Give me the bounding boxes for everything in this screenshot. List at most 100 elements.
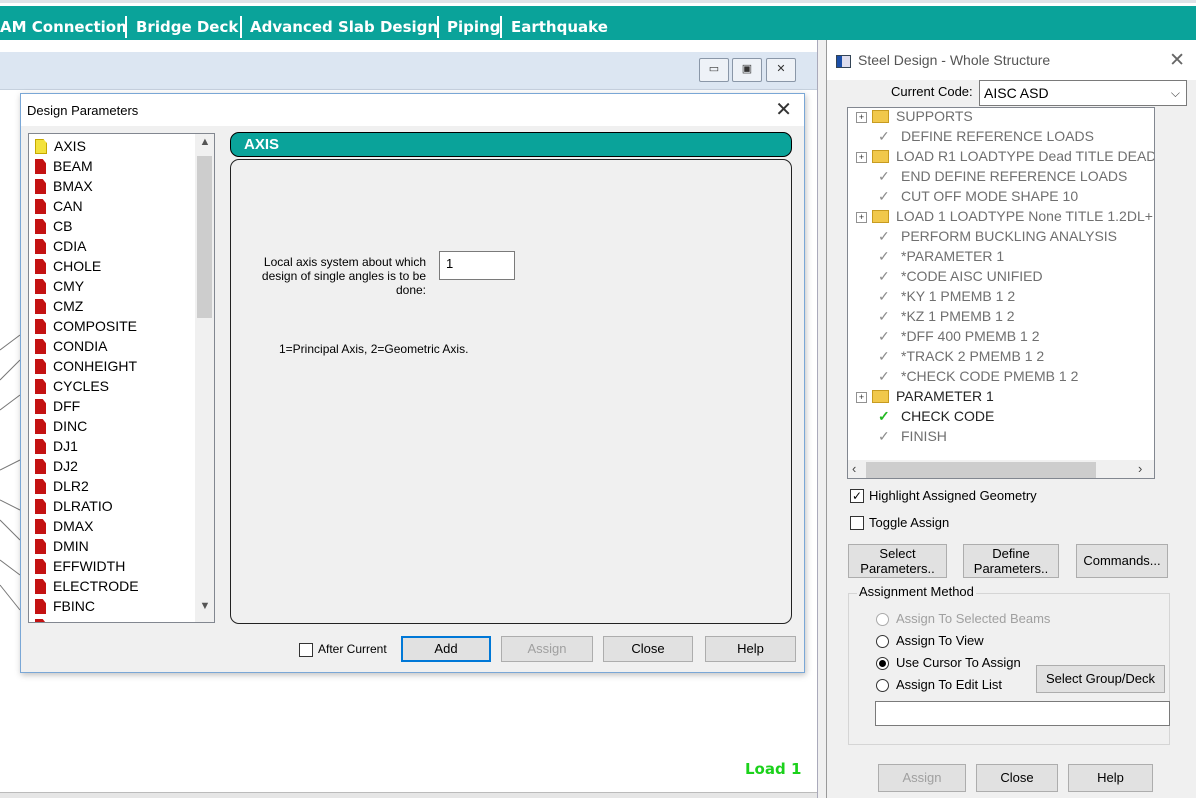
parameter-icon (35, 359, 46, 374)
tab-piping[interactable]: Piping (440, 13, 507, 41)
assign-to-view-radio[interactable] (876, 635, 889, 648)
list-item[interactable]: FBINC (35, 596, 95, 616)
tree-item[interactable]: ✓ *TRACK 2 PMEMB 1 2 (878, 346, 1044, 366)
tree-item[interactable]: ✓ *PARAMETER 1 (878, 246, 1004, 266)
define-parameters-button[interactable]: Define Parameters.. (963, 544, 1059, 578)
list-item[interactable]: CAN (35, 196, 83, 216)
select-parameters-button[interactable]: Select Parameters.. (848, 544, 947, 578)
list-item[interactable]: CHOLE (35, 256, 101, 276)
tree-item[interactable]: ✓ CHECK CODE (878, 406, 994, 426)
tree-item[interactable]: ✓ *CODE AISC UNIFIED (878, 266, 1043, 286)
list-item[interactable]: EFFWIDTH (35, 556, 125, 576)
list-item[interactable]: CMY (35, 276, 84, 296)
expand-icon[interactable]: + (856, 392, 867, 403)
tree-item[interactable]: ✓ END DEFINE REFERENCE LOADS (878, 166, 1127, 186)
list-item[interactable]: DJ2 (35, 456, 78, 476)
close-icon[interactable]: ✕ (766, 58, 796, 82)
list-item[interactable]: BMAX (35, 176, 93, 196)
list-item[interactable]: CMZ (35, 296, 83, 316)
tab-bridge-deck[interactable]: Bridge Deck (129, 13, 245, 41)
after-current-checkbox[interactable] (299, 643, 313, 657)
list-item[interactable]: CONHEIGHT (35, 356, 137, 376)
toggle-assign-checkbox[interactable] (850, 516, 864, 530)
current-code-select[interactable]: AISC ASD ⌵ (979, 80, 1187, 106)
scroll-left-icon[interactable]: ‹ (852, 461, 856, 476)
steel-design-panel: Steel Design - Whole Structure ✕ Current… (826, 40, 1196, 798)
section-header: AXIS (230, 132, 792, 157)
list-item-axis[interactable]: AXIS (35, 136, 86, 156)
tree-item[interactable]: ✓ *DFF 400 PMEMB 1 2 (878, 326, 1040, 346)
tree-item[interactable]: ✓ CUT OFF MODE SHAPE 10 (878, 186, 1078, 206)
close-button[interactable]: Close (603, 636, 693, 662)
scroll-right-icon[interactable]: › (1138, 461, 1142, 476)
highlight-assigned-checkbox[interactable]: ✓ (850, 489, 864, 503)
scroll-down-icon[interactable]: ▼ (195, 600, 214, 618)
tree-item[interactable]: + PARAMETER 1 (856, 386, 994, 406)
close-icon[interactable]: ✕ (1169, 49, 1185, 72)
add-button[interactable]: Add (401, 636, 491, 662)
assign-selected-beams-label: Assign To Selected Beams (896, 611, 1051, 626)
use-cursor-label: Use Cursor To Assign (896, 655, 1021, 670)
assign-button[interactable]: Assign (501, 636, 593, 662)
parameter-icon (35, 339, 46, 354)
parameter-detail-panel (230, 159, 792, 624)
axis-value-input[interactable]: 1 (439, 251, 515, 280)
expand-icon[interactable]: + (856, 112, 867, 123)
tab-am-connection[interactable]: AM Connection (0, 13, 134, 41)
panel-title: Steel Design - Whole Structure (858, 52, 1051, 68)
list-item[interactable]: ELECTRODE (35, 576, 139, 596)
parameter-icon (35, 299, 46, 314)
parameter-list[interactable]: AXIS BEAM BMAX CAN CB CDIA CHOLE CMY CMZ… (28, 133, 215, 623)
list-item[interactable]: DFF (35, 396, 80, 416)
list-item[interactable]: CDIA (35, 236, 86, 256)
tree-item[interactable]: ✓ DEFINE REFERENCE LOADS (878, 126, 1094, 146)
tree-item[interactable]: ✓ *CHECK CODE PMEMB 1 2 (878, 366, 1078, 386)
expand-icon[interactable]: + (856, 212, 867, 223)
expand-icon[interactable]: + (856, 152, 867, 163)
tree-item[interactable]: ✓ *KY 1 PMEMB 1 2 (878, 286, 1015, 306)
dialog-title-bar: Design Parameters ✕ (21, 94, 804, 126)
select-group-deck-button[interactable]: Select Group/Deck (1036, 665, 1165, 693)
tree-item[interactable]: + SUPPORTS (856, 108, 973, 126)
commands-button[interactable]: Commands... (1076, 544, 1168, 578)
list-item[interactable]: DMIN (35, 536, 89, 556)
list-item[interactable]: CYCLES (35, 376, 109, 396)
list-item[interactable]: DMAX (35, 516, 93, 536)
assign-edit-list-radio[interactable] (876, 679, 889, 692)
tree-item[interactable]: ✓ *KZ 1 PMEMB 1 2 (878, 306, 1015, 326)
tab-advanced-slab-design[interactable]: Advanced Slab Design (243, 13, 445, 41)
tree-item[interactable]: ✓ FINISH (878, 426, 947, 446)
tree-horizontal-scrollbar[interactable]: ‹ › (848, 460, 1154, 478)
tree-item[interactable]: + LOAD R1 LOADTYPE Dead TITLE DEAD (856, 146, 1154, 166)
close-button[interactable]: Close (976, 764, 1058, 792)
list-item[interactable]: DLRATIO (35, 496, 113, 516)
assign-button[interactable]: Assign (878, 764, 966, 792)
minimize-icon[interactable]: ▭ (699, 58, 729, 82)
parameter-icon (35, 199, 46, 214)
list-item[interactable]: CB (35, 216, 72, 236)
close-icon[interactable]: ✕ (775, 97, 792, 122)
tree-item[interactable]: + LOAD 1 LOADTYPE None TITLE 1.2DL+ (856, 206, 1153, 226)
help-button[interactable]: Help (705, 636, 796, 662)
list-item[interactable]: DJ1 (35, 436, 78, 456)
parameter-selected-icon (35, 139, 47, 154)
scrollbar-thumb[interactable] (866, 462, 1096, 478)
scrollbar-thumb[interactable] (197, 156, 212, 318)
tree-item[interactable]: ✓ PERFORM BUCKLING ANALYSIS (878, 226, 1117, 246)
tab-earthquake[interactable]: Earthquake (504, 13, 615, 41)
list-item[interactable]: DLR2 (35, 476, 89, 496)
help-button[interactable]: Help (1068, 764, 1153, 792)
list-item[interactable]: BEAM (35, 156, 93, 176)
list-item[interactable]: CONDIA (35, 336, 107, 356)
design-parameters-dialog: Design Parameters ✕ AXIS BEAM BMAX CAN C… (20, 93, 805, 673)
scroll-up-icon[interactable]: ▲ (195, 136, 214, 154)
list-item[interactable]: COMPOSITE (35, 316, 137, 336)
parameter-list-scrollbar[interactable]: ▲ ▼ (195, 134, 214, 622)
use-cursor-radio[interactable] (876, 657, 889, 670)
command-tree[interactable]: + SUPPORTS ✓ DEFINE REFERENCE LOADS + LOAD … (847, 107, 1155, 479)
view-bottom-border (0, 792, 820, 798)
list-item[interactable]: DINC (35, 416, 87, 436)
edit-list-input[interactable] (875, 701, 1170, 726)
restore-icon[interactable]: ▣ (732, 58, 762, 82)
dialog-title: Design Parameters (27, 103, 139, 118)
